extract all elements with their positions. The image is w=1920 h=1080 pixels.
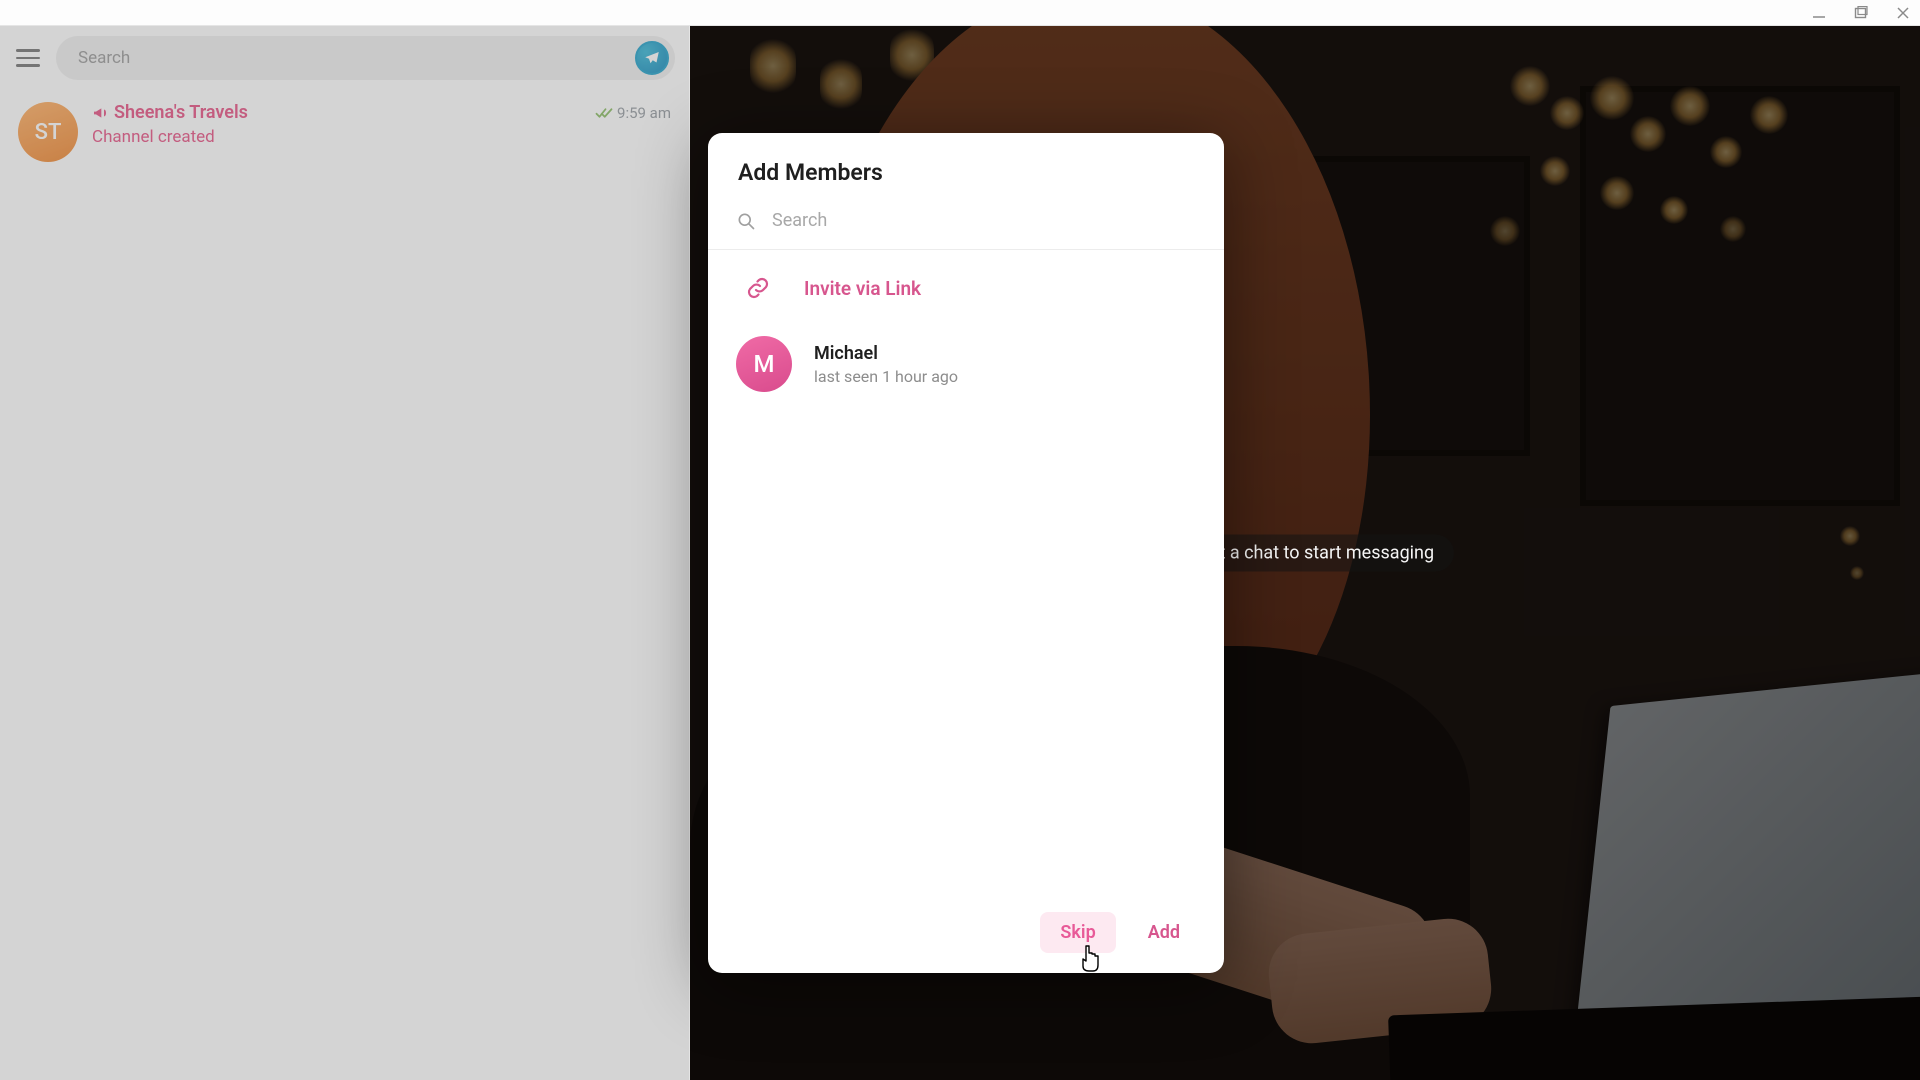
search-icon bbox=[736, 211, 756, 231]
close-button[interactable] bbox=[1896, 6, 1910, 20]
chat-name: Sheena's Travels bbox=[114, 102, 248, 123]
double-check-icon bbox=[595, 104, 613, 122]
link-icon bbox=[738, 268, 778, 308]
telegram-icon bbox=[635, 41, 669, 75]
dialog-footer: Skip Add bbox=[708, 898, 1224, 973]
chat-item[interactable]: ST Sheena's Travels 9:59 am Channel crea… bbox=[0, 90, 689, 174]
contact-row[interactable]: M Michael last seen 1 hour ago bbox=[708, 326, 1224, 402]
dim-overlay bbox=[0, 26, 689, 1080]
chat-subtitle: Channel created bbox=[92, 127, 671, 147]
dialog-title: Add Members bbox=[708, 133, 1224, 204]
search-wrap bbox=[56, 36, 675, 80]
dialog-search-input[interactable] bbox=[772, 210, 1196, 231]
add-members-dialog: Add Members Invite via Link M Michael la… bbox=[708, 133, 1224, 973]
invite-via-link-label: Invite via Link bbox=[804, 277, 921, 300]
skip-button[interactable]: Skip bbox=[1040, 912, 1115, 953]
chat-time: 9:59 am bbox=[617, 104, 671, 122]
sidebar: ST Sheena's Travels 9:59 am Channel crea… bbox=[0, 26, 690, 1080]
maximize-button[interactable] bbox=[1854, 6, 1868, 20]
contact-avatar: M bbox=[736, 336, 792, 392]
chat-avatar: ST bbox=[18, 102, 78, 162]
minimize-button[interactable] bbox=[1812, 6, 1826, 20]
megaphone-icon bbox=[92, 105, 108, 121]
invite-via-link-row[interactable]: Invite via Link bbox=[708, 250, 1224, 326]
dialog-list: Invite via Link M Michael last seen 1 ho… bbox=[708, 250, 1224, 898]
search-input[interactable] bbox=[56, 36, 675, 80]
menu-button[interactable] bbox=[14, 44, 42, 72]
dialog-search-row bbox=[708, 204, 1224, 249]
contact-name: Michael bbox=[814, 343, 958, 364]
window-titlebar bbox=[0, 0, 1920, 26]
add-button[interactable]: Add bbox=[1128, 912, 1200, 953]
contact-status: last seen 1 hour ago bbox=[814, 367, 958, 386]
sidebar-header bbox=[0, 26, 689, 90]
